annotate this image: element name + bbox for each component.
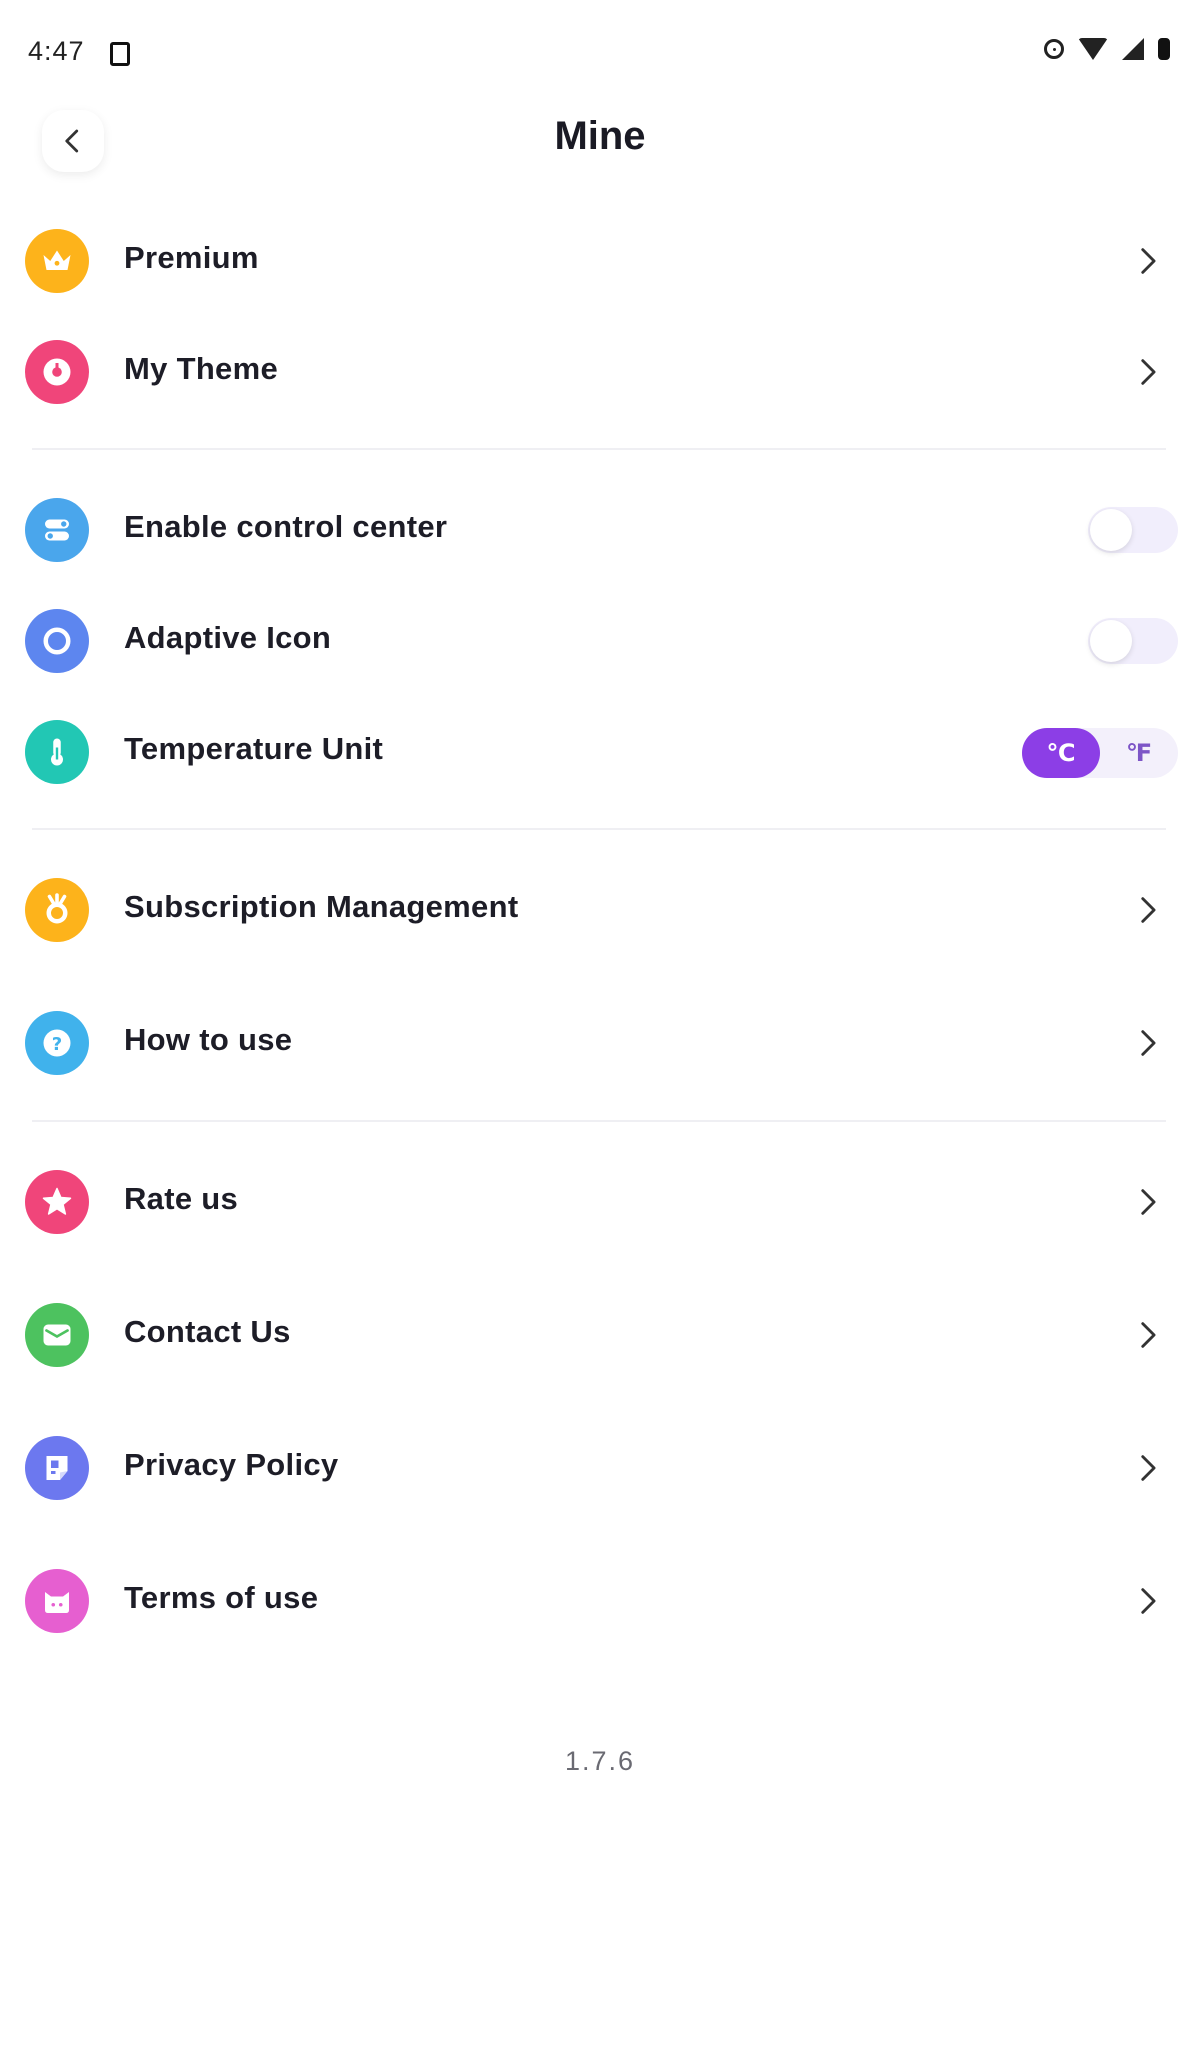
subscription-icon <box>25 878 89 942</box>
menu-item-subscription-management[interactable]: Subscription Management <box>0 865 1200 955</box>
chevron-right-icon <box>1141 1030 1156 1056</box>
wifi-icon <box>1078 38 1108 60</box>
setting-label: Temperature Unit <box>124 731 384 766</box>
chevron-right-icon <box>1141 1189 1156 1215</box>
control-center-toggle[interactable] <box>1088 507 1178 553</box>
palette-icon <box>25 340 89 404</box>
do-not-disturb-icon <box>1044 39 1064 59</box>
unit-option-fahrenheit[interactable]: ℉ <box>1100 728 1178 778</box>
chevron-right-icon <box>1141 248 1156 274</box>
menu-item-label: My Theme <box>124 351 278 386</box>
menu-item-how-to-use[interactable]: ? How to use <box>0 998 1200 1088</box>
page-title: Mine <box>554 114 646 158</box>
terms-icon <box>25 1569 89 1633</box>
unit-option-celsius[interactable]: ℃ <box>1022 728 1100 778</box>
thermometer-icon <box>25 720 89 784</box>
question-icon: ? <box>25 1011 89 1075</box>
menu-item-terms-of-use[interactable]: Terms of use <box>0 1556 1200 1646</box>
app-version: 1.7.6 <box>564 1746 636 1776</box>
chevron-right-icon <box>1141 1588 1156 1614</box>
chevron-right-icon <box>1141 359 1156 385</box>
menu-item-rate-us[interactable]: Rate us <box>0 1157 1200 1247</box>
menu-item-contact-us[interactable]: Contact Us <box>0 1290 1200 1380</box>
section-divider <box>32 448 1166 450</box>
menu-item-privacy-policy[interactable]: Privacy Policy <box>0 1423 1200 1513</box>
adaptive-icon-toggle[interactable] <box>1088 618 1178 664</box>
ring-icon <box>25 609 89 673</box>
setting-label: Adaptive Icon <box>124 620 332 655</box>
crown-icon <box>25 229 89 293</box>
setting-adaptive-icon: Adaptive Icon <box>0 596 1200 686</box>
toggle-knob <box>1090 620 1132 662</box>
menu-item-label: Subscription Management <box>124 889 519 924</box>
chevron-right-icon <box>1141 1322 1156 1348</box>
status-bar: 4:47 <box>0 0 1200 108</box>
status-icons <box>1044 38 1170 60</box>
chevron-right-icon <box>1141 897 1156 923</box>
toggle-icon <box>25 498 89 562</box>
star-icon <box>25 1170 89 1234</box>
setting-label: Enable control center <box>124 509 448 544</box>
cell-signal-icon <box>1122 38 1144 60</box>
status-time: 4:47 <box>28 36 85 66</box>
setting-enable-control-center: Enable control center <box>0 485 1200 575</box>
svg-text:?: ? <box>52 1034 62 1055</box>
notification-icon <box>110 42 130 66</box>
menu-item-premium[interactable]: Premium <box>0 216 1200 306</box>
menu-item-label: Premium <box>124 240 259 275</box>
chevron-right-icon <box>1141 1455 1156 1481</box>
mail-icon <box>25 1303 89 1367</box>
battery-icon <box>1158 38 1170 60</box>
menu-item-label: Contact Us <box>124 1314 291 1349</box>
document-icon <box>25 1436 89 1500</box>
temperature-unit-switch[interactable]: ℃ ℉ <box>1022 728 1178 778</box>
section-divider <box>32 1120 1166 1122</box>
menu-item-label: How to use <box>124 1022 293 1057</box>
menu-item-my-theme[interactable]: My Theme <box>0 327 1200 417</box>
toggle-knob <box>1090 509 1132 551</box>
menu-item-label: Terms of use <box>124 1580 319 1615</box>
section-divider <box>32 828 1166 830</box>
setting-temperature-unit: Temperature Unit ℃ ℉ <box>0 707 1200 797</box>
menu-item-label: Rate us <box>124 1181 239 1216</box>
menu-item-label: Privacy Policy <box>124 1447 339 1482</box>
